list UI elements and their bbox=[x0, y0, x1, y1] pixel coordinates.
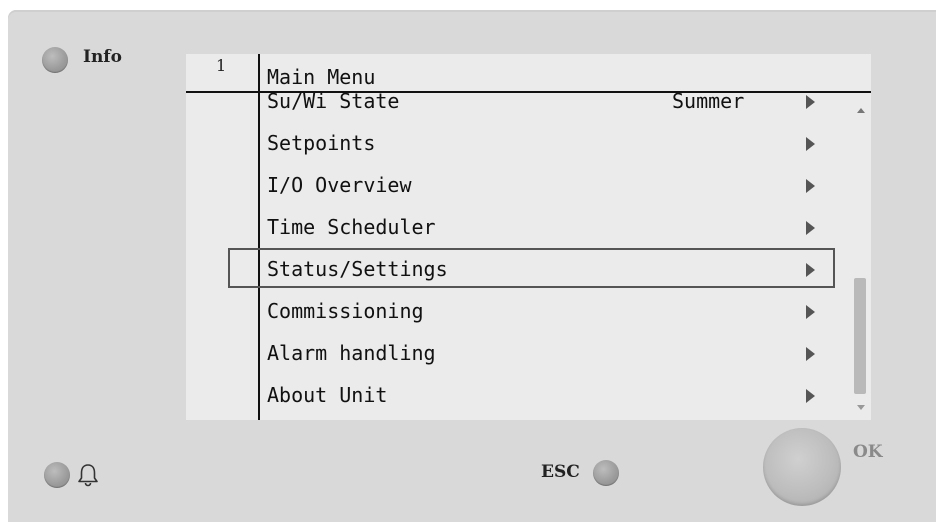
chevron-right-icon bbox=[806, 347, 815, 361]
chevron-right-icon bbox=[806, 137, 815, 151]
bell-icon bbox=[77, 462, 99, 488]
menu-item-label: Commissioning bbox=[267, 299, 424, 323]
menu-item-label: Alarm handling bbox=[267, 341, 436, 365]
menu-item-label: Su/Wi State bbox=[267, 93, 400, 113]
page-number: 1 bbox=[216, 56, 227, 75]
menu-item-setpoints[interactable]: Setpoints bbox=[260, 122, 842, 164]
menu-item-su-wi-state[interactable]: Su/Wi State Summer bbox=[260, 93, 842, 122]
chevron-right-icon bbox=[806, 389, 815, 403]
chevron-right-icon bbox=[806, 179, 815, 193]
esc-label: ESC bbox=[541, 462, 580, 482]
display-screen: 1 Main Menu Su/Wi State Summer Setpoints… bbox=[186, 54, 871, 420]
chevron-right-icon bbox=[806, 95, 815, 109]
menu-item-io-overview[interactable]: I/O Overview bbox=[260, 164, 842, 206]
info-label: Info bbox=[83, 47, 122, 67]
menu-item-commissioning[interactable]: Commissioning bbox=[260, 290, 842, 332]
menu-title: Main Menu bbox=[267, 65, 376, 89]
menu-item-label: I/O Overview bbox=[267, 173, 412, 197]
ok-label: OK bbox=[853, 442, 883, 462]
chevron-right-icon bbox=[806, 305, 815, 319]
scroll-down-arrow-icon[interactable] bbox=[857, 405, 865, 410]
menu-item-about-unit[interactable]: About Unit bbox=[260, 374, 842, 416]
chevron-right-icon bbox=[806, 221, 815, 235]
scroll-up-arrow-icon[interactable] bbox=[857, 108, 865, 113]
menu-item-label: Setpoints bbox=[267, 131, 376, 155]
menu-item-time-scheduler[interactable]: Time Scheduler bbox=[260, 206, 842, 248]
info-button[interactable] bbox=[42, 47, 68, 73]
menu-item-value: Summer bbox=[672, 93, 745, 113]
menu-item-label: About Unit bbox=[267, 383, 388, 407]
selection-highlight bbox=[228, 248, 835, 288]
esc-button[interactable] bbox=[593, 460, 619, 486]
menu-item-alarm-handling[interactable]: Alarm handling bbox=[260, 332, 842, 374]
controller-panel: Info 1 Main Menu Su/Wi State Summer Setp… bbox=[8, 10, 936, 522]
menu-item-label: Time Scheduler bbox=[267, 215, 436, 239]
scrollbar[interactable] bbox=[852, 96, 868, 420]
ok-knob[interactable] bbox=[763, 428, 841, 506]
column-divider bbox=[258, 54, 260, 420]
alarm-button[interactable] bbox=[44, 462, 70, 488]
scrollbar-thumb[interactable] bbox=[854, 278, 866, 394]
